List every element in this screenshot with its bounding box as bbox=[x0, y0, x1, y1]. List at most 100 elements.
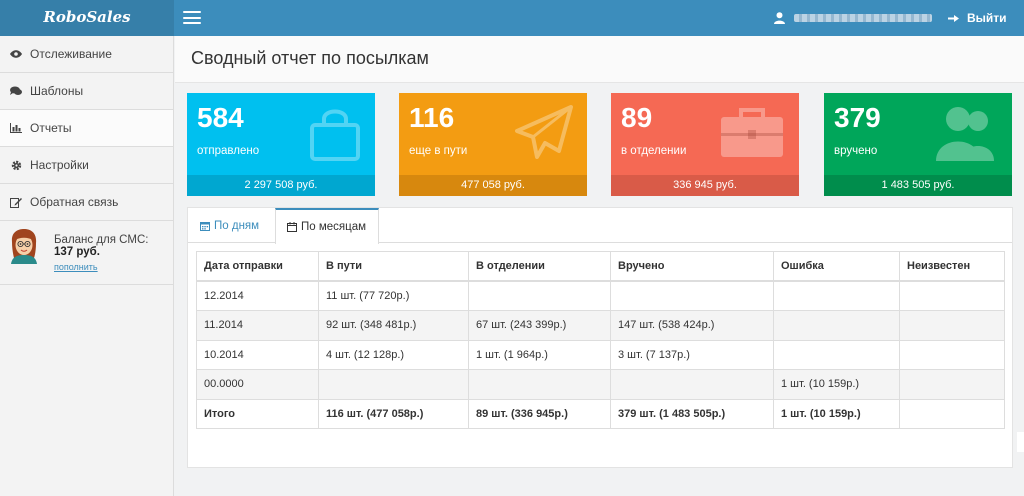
cell-unknown bbox=[899, 369, 1005, 400]
cell-delivered: 3 шт. (7 137р.) bbox=[610, 339, 774, 370]
stat-label: еще в пути bbox=[409, 145, 468, 157]
cell-total-error: 1 шт. (10 159р.) bbox=[773, 398, 900, 429]
page-header: Сводный отчет по посылкам bbox=[175, 36, 1024, 83]
sidebar-item-tracking[interactable]: Отслеживание bbox=[0, 36, 173, 73]
users-icon bbox=[936, 107, 994, 161]
cell-in-transit: 4 шт. (12 128р.) bbox=[318, 339, 469, 370]
cell-date: 10.2014 bbox=[196, 339, 319, 370]
tab-by-months[interactable]: По месяцам bbox=[275, 208, 379, 244]
stat-label: вручено bbox=[834, 145, 878, 157]
table-row: 12.2014 11 шт. (77 720р.) bbox=[196, 280, 1005, 311]
cell-date: 11.2014 bbox=[196, 310, 319, 341]
cell-at-office bbox=[468, 369, 611, 400]
sidebar-item-templates[interactable]: Шаблоны bbox=[0, 73, 173, 110]
cell-date: 00.0000 bbox=[196, 369, 319, 400]
table-header-row: Дата отправки В пути В отделении Вручено… bbox=[196, 251, 1005, 282]
cell-total-label: Итого bbox=[196, 398, 319, 429]
cell-total-in-transit: 116 шт. (477 058р.) bbox=[318, 398, 469, 429]
cell-at-office bbox=[468, 280, 611, 311]
gear-icon bbox=[10, 159, 22, 171]
col-header-error[interactable]: Ошибка bbox=[773, 251, 900, 282]
tab-by-days[interactable]: По дням bbox=[200, 208, 259, 243]
sign-out-icon bbox=[948, 14, 959, 22]
stat-card-delivered[interactable]: 379 вручено 1 483 505 руб. bbox=[824, 93, 1012, 196]
cell-total-at-office: 89 шт. (336 945р.) bbox=[468, 398, 611, 429]
table-row: 10.2014 4 шт. (12 128р.) 1 шт. (1 964р.)… bbox=[196, 339, 1005, 370]
logout-label: Выйти bbox=[967, 11, 1007, 25]
stat-footer-sum: 1 483 505 руб. bbox=[824, 175, 1012, 196]
avatar bbox=[11, 229, 37, 264]
stat-footer-sum: 477 058 руб. bbox=[399, 175, 587, 196]
report-tabs: По дням По месяцам bbox=[188, 208, 1012, 244]
cell-in-transit bbox=[318, 369, 469, 400]
sidebar-item-label: Настройки bbox=[30, 158, 89, 172]
stat-label: отправлено bbox=[197, 145, 260, 157]
sidebar: Отслеживание Шаблоны Отчеты Настройки Об… bbox=[0, 36, 174, 496]
paper-plane-icon bbox=[515, 105, 573, 159]
cell-unknown bbox=[899, 339, 1005, 370]
calendar-icon bbox=[200, 221, 210, 231]
cell-at-office: 1 шт. (1 964р.) bbox=[468, 339, 611, 370]
eye-icon bbox=[10, 48, 22, 60]
table-row: 00.0000 1 шт. (10 159р.) bbox=[196, 369, 1005, 400]
cell-delivered: 147 шт. (538 424р.) bbox=[610, 310, 774, 341]
stat-number: 116 bbox=[409, 102, 455, 133]
top-navbar: RoboSales Выйти bbox=[0, 0, 1024, 36]
calendar-outline-icon bbox=[287, 222, 297, 232]
stat-footer-sum: 336 945 руб. bbox=[611, 175, 799, 196]
stat-label: в отделении bbox=[621, 145, 687, 157]
cell-at-office: 67 шт. (243 399р.) bbox=[468, 310, 611, 341]
page-title: Сводный отчет по посылкам bbox=[191, 48, 429, 68]
col-header-in-transit[interactable]: В пути bbox=[318, 251, 469, 282]
sidebar-item-label: Шаблоны bbox=[30, 84, 84, 98]
sidebar-item-label: Отчеты bbox=[30, 121, 72, 135]
cell-total-delivered: 379 шт. (1 483 505р.) bbox=[610, 398, 774, 429]
tab-label: По месяцам bbox=[301, 221, 367, 233]
cell-delivered bbox=[610, 280, 774, 311]
briefcase-icon bbox=[721, 108, 783, 157]
cell-unknown bbox=[899, 280, 1005, 311]
sms-balance: Баланс для СМС: 137 руб. пополнить bbox=[0, 221, 173, 285]
shopping-bag-icon bbox=[310, 109, 360, 161]
sidebar-item-reports[interactable]: Отчеты bbox=[0, 110, 173, 147]
monthly-report-table: Дата отправки В пути В отделении Вручено… bbox=[196, 251, 1005, 429]
cell-error: 1 шт. (10 159р.) bbox=[773, 369, 900, 400]
sidebar-item-feedback[interactable]: Обратная связь bbox=[0, 184, 173, 221]
balance-label: Баланс для СМС: bbox=[54, 234, 149, 246]
cell-total-unknown bbox=[899, 398, 1005, 429]
stat-card-sent[interactable]: 584 отправлено 2 297 508 руб. bbox=[187, 93, 375, 196]
stat-card-in-transit[interactable]: 116 еще в пути 477 058 руб. bbox=[399, 93, 587, 196]
cell-error bbox=[773, 339, 900, 370]
tab-label: По дням bbox=[214, 219, 260, 232]
sidebar-item-settings[interactable]: Настройки bbox=[0, 147, 173, 184]
sidebar-item-label: Обратная связь bbox=[30, 195, 119, 209]
cell-date: 12.2014 bbox=[196, 280, 319, 311]
report-panel: По дням По месяцам Дата отправки В пути … bbox=[187, 207, 1013, 468]
balance-amount: 137 руб. bbox=[54, 246, 100, 258]
logout-button[interactable]: Выйти bbox=[948, 0, 1007, 36]
user-icon bbox=[774, 12, 785, 24]
stat-number: 379 bbox=[834, 102, 881, 133]
user-menu[interactable] bbox=[774, 0, 932, 36]
sidebar-item-label: Отслеживание bbox=[30, 47, 112, 61]
bar-chart-icon bbox=[10, 122, 22, 134]
cell-in-transit: 92 шт. (348 481р.) bbox=[318, 310, 469, 341]
stat-card-at-office[interactable]: 89 в отделении 336 945 руб. bbox=[611, 93, 799, 196]
app-logo[interactable]: RoboSales bbox=[0, 0, 174, 36]
cell-delivered bbox=[610, 369, 774, 400]
stat-number: 584 bbox=[197, 102, 244, 133]
table-row: 11.2014 92 шт. (348 481р.) 67 шт. (243 3… bbox=[196, 310, 1005, 341]
user-email-blurred bbox=[794, 14, 932, 22]
cell-error bbox=[773, 280, 900, 311]
col-header-send-date[interactable]: Дата отправки bbox=[196, 251, 319, 282]
col-header-delivered[interactable]: Вручено bbox=[610, 251, 774, 282]
col-header-unknown[interactable]: Неизвестен bbox=[899, 251, 1005, 282]
topup-link[interactable]: пополнить bbox=[54, 262, 98, 272]
cell-in-transit: 11 шт. (77 720р.) bbox=[318, 280, 469, 311]
edit-icon bbox=[10, 196, 22, 208]
scrollbar-edge[interactable] bbox=[1017, 432, 1024, 452]
table-total-row: Итого 116 шт. (477 058р.) 89 шт. (336 94… bbox=[196, 398, 1005, 429]
cell-unknown bbox=[899, 310, 1005, 341]
col-header-at-office[interactable]: В отделении bbox=[468, 251, 611, 282]
menu-toggle-icon[interactable] bbox=[183, 11, 201, 24]
